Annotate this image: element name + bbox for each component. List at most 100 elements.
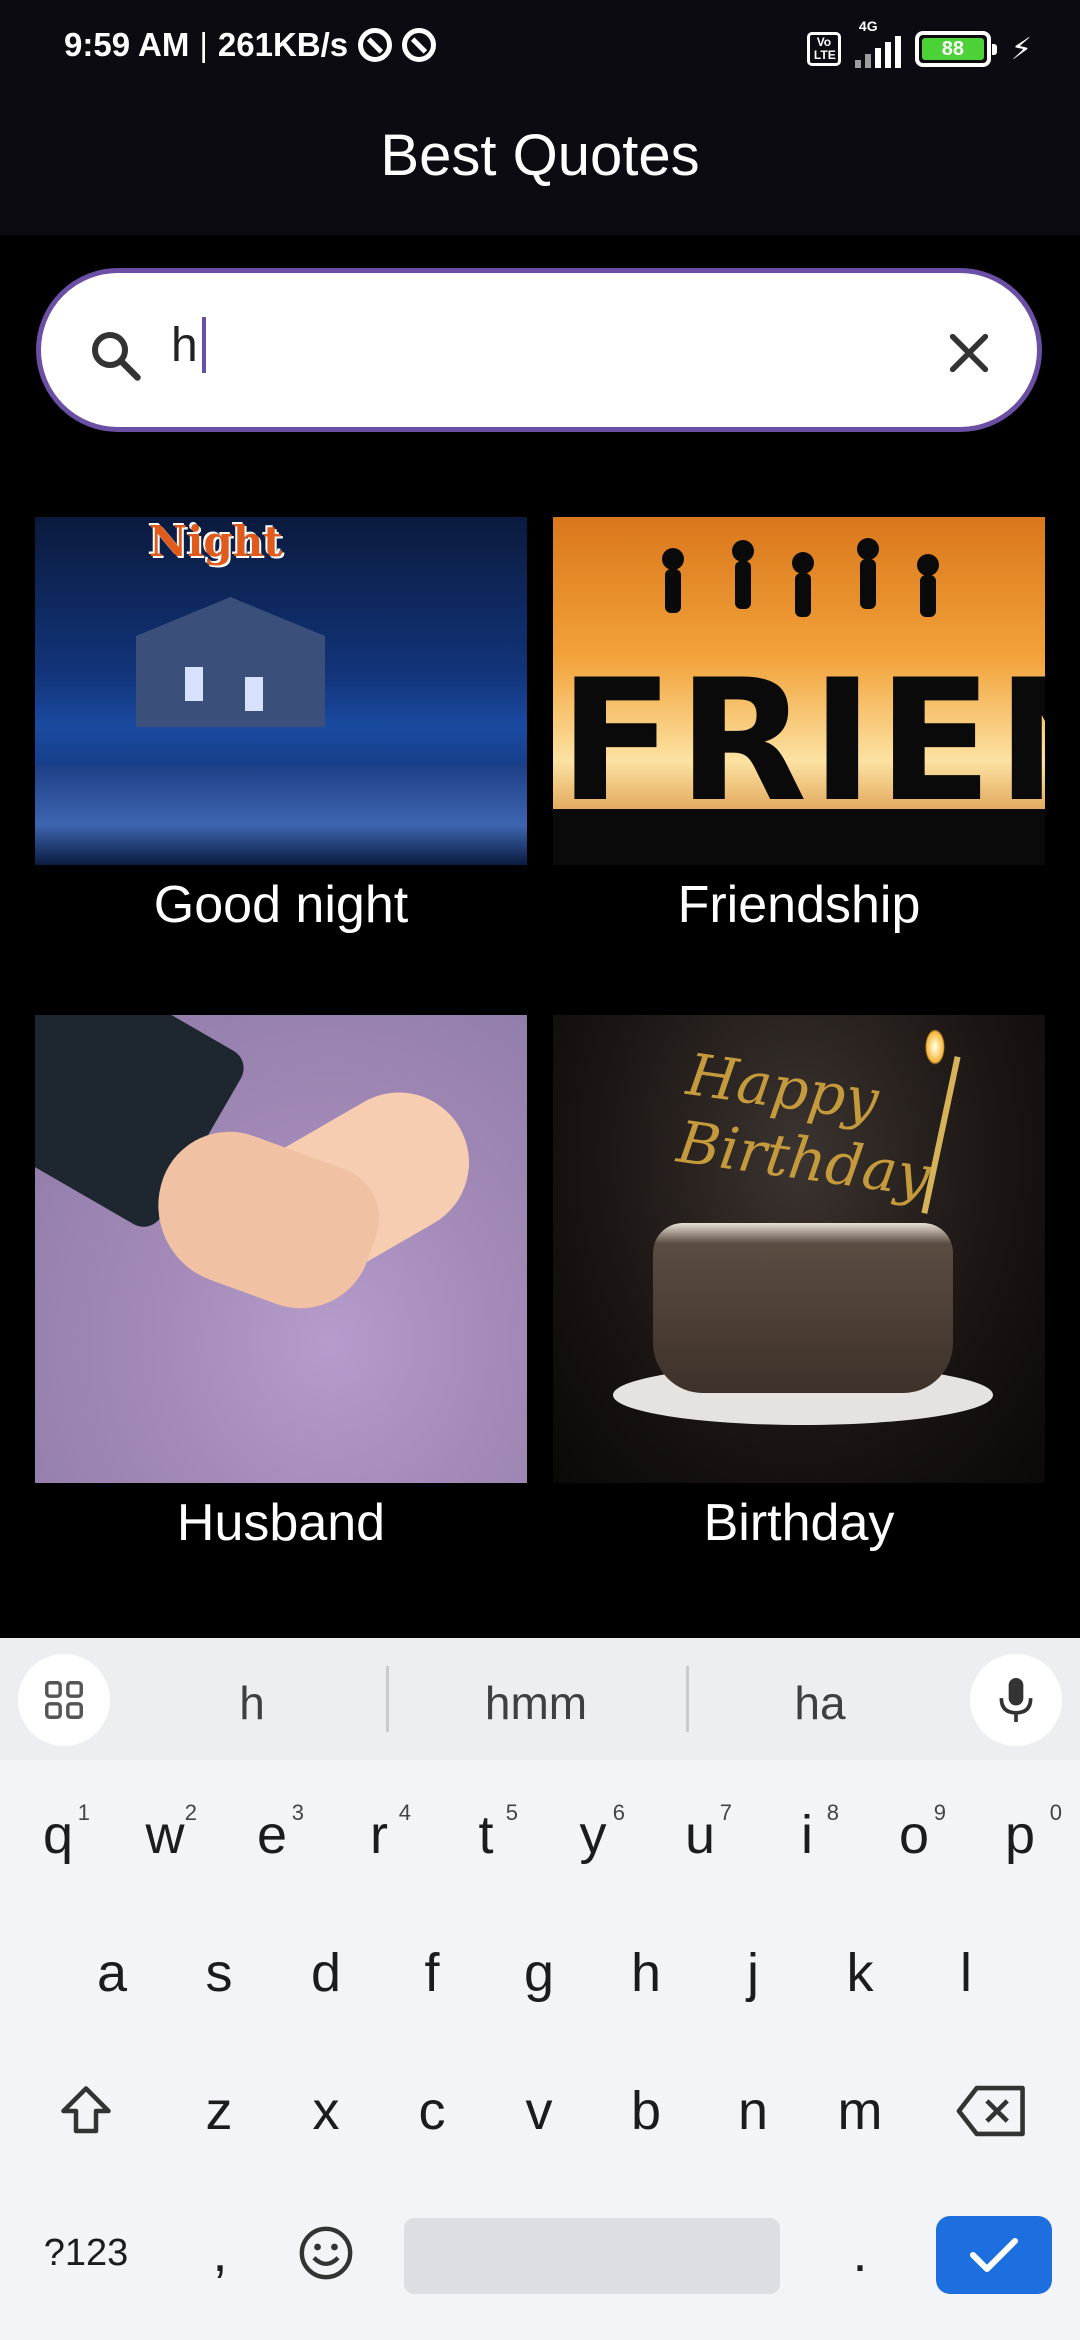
keyboard-menu-button[interactable] bbox=[18, 1654, 110, 1746]
status-right: Vo LTE 4G 88 ⚡ bbox=[806, 18, 1032, 68]
shift-key[interactable] bbox=[36, 2056, 136, 2166]
key-r[interactable]: r4 bbox=[329, 1780, 429, 1890]
key-e[interactable]: e3 bbox=[222, 1780, 322, 1890]
key-hint: 0 bbox=[1049, 1800, 1062, 1825]
key-c[interactable]: c bbox=[382, 2056, 482, 2166]
emoji-icon bbox=[299, 2226, 353, 2280]
key-k[interactable]: k bbox=[810, 1918, 910, 2028]
key-label: e bbox=[256, 1805, 288, 1865]
key-q[interactable]: q1 bbox=[8, 1780, 108, 1890]
key-g[interactable]: g bbox=[489, 1918, 589, 2028]
jumping-people-silhouette bbox=[662, 538, 939, 617]
period-key[interactable]: . bbox=[810, 2198, 910, 2308]
key-label: i bbox=[801, 1805, 813, 1865]
ground-shape bbox=[553, 809, 1045, 865]
key-label: u bbox=[684, 1805, 716, 1865]
category-card-husband[interactable]: Husband bbox=[35, 1015, 527, 1553]
microphone-icon bbox=[999, 1678, 1033, 1722]
suggestion-item[interactable]: ha bbox=[700, 1676, 940, 1730]
category-label: Husband bbox=[176, 1494, 386, 1552]
key-label: q bbox=[42, 1805, 74, 1865]
status-separator: | bbox=[199, 26, 208, 63]
enter-key[interactable] bbox=[936, 2216, 1052, 2294]
close-icon[interactable] bbox=[941, 325, 997, 381]
key-p[interactable]: p0 bbox=[970, 1780, 1070, 1890]
comma-key[interactable]: , bbox=[170, 2198, 270, 2308]
key-f[interactable]: f bbox=[382, 1918, 482, 2028]
symbols-key[interactable]: ?123 bbox=[26, 2198, 146, 2308]
key-z[interactable]: z bbox=[169, 2056, 269, 2166]
search-value: h bbox=[171, 318, 198, 372]
night-badge: Night bbox=[149, 517, 283, 566]
key-hint: 4 bbox=[398, 1800, 411, 1825]
key-l[interactable]: l bbox=[916, 1918, 1016, 2028]
battery-level: 88 bbox=[921, 38, 984, 60]
category-card-friendship[interactable]: FRIEND Friendship bbox=[553, 517, 1045, 935]
key-w[interactable]: w2 bbox=[115, 1780, 215, 1890]
key-a[interactable]: a bbox=[62, 1918, 162, 2028]
search-input[interactable]: h bbox=[36, 268, 1042, 432]
key-label: t bbox=[478, 1805, 494, 1865]
checkmark-icon bbox=[969, 2237, 1019, 2273]
battery-icon: 88 bbox=[914, 31, 997, 67]
key-d[interactable]: d bbox=[276, 1918, 376, 2028]
cabin-shape bbox=[136, 597, 325, 727]
key-hint: 1 bbox=[77, 1800, 90, 1825]
key-hint: 5 bbox=[505, 1800, 518, 1825]
sync-off-icon bbox=[402, 28, 437, 62]
app-bar: Best Quotes bbox=[0, 100, 1080, 235]
key-label: y bbox=[579, 1805, 607, 1865]
key-hint: 6 bbox=[612, 1800, 625, 1825]
category-card-birthday[interactable]: Happy Birthday Birthday bbox=[553, 1015, 1045, 1553]
keyboard: h hmm ha q1 w2 e3 r4 t5 y6 u7 i8 o9 p0 a… bbox=[0, 1638, 1080, 2340]
key-m[interactable]: m bbox=[810, 2056, 910, 2166]
cabin-window bbox=[245, 677, 263, 711]
shift-icon bbox=[61, 2086, 111, 2134]
key-i[interactable]: i8 bbox=[757, 1780, 857, 1890]
charging-icon: ⚡ bbox=[1010, 32, 1032, 66]
key-h[interactable]: h bbox=[596, 1918, 696, 2028]
key-label: w bbox=[145, 1805, 185, 1865]
key-v[interactable]: v bbox=[489, 2056, 589, 2166]
category-label: Good night bbox=[153, 876, 409, 934]
key-hint: 9 bbox=[933, 1800, 946, 1825]
key-j[interactable]: j bbox=[703, 1918, 803, 2028]
cabin-window bbox=[185, 667, 203, 701]
category-label: Friendship bbox=[677, 876, 921, 934]
voice-input-button[interactable] bbox=[970, 1654, 1062, 1746]
key-n[interactable]: n bbox=[703, 2056, 803, 2166]
search-field[interactable]: h bbox=[171, 317, 206, 373]
emoji-key[interactable] bbox=[276, 2198, 376, 2308]
key-hint: 2 bbox=[184, 1800, 197, 1825]
key-hint: 3 bbox=[291, 1800, 304, 1825]
suggestion-divider bbox=[386, 1666, 389, 1732]
category-card-good-night[interactable]: Night Good night bbox=[35, 517, 527, 935]
birthday-image: Happy Birthday bbox=[553, 1015, 1045, 1483]
suggestion-item[interactable]: hmm bbox=[416, 1676, 656, 1730]
key-hint: 7 bbox=[719, 1800, 732, 1825]
key-s[interactable]: s bbox=[169, 1918, 269, 2028]
cake-shape bbox=[653, 1223, 953, 1393]
backspace-key[interactable] bbox=[942, 2056, 1042, 2166]
key-label: r bbox=[370, 1805, 388, 1865]
key-b[interactable]: b bbox=[596, 2056, 696, 2166]
key-y[interactable]: y6 bbox=[543, 1780, 643, 1890]
suggestion-divider bbox=[686, 1666, 689, 1732]
suggestion-item[interactable]: h bbox=[132, 1676, 372, 1730]
suggestion-bar: h hmm ha bbox=[0, 1638, 1080, 1760]
key-x[interactable]: x bbox=[276, 2056, 376, 2166]
status-left: 9:59 AM | 261KB/s bbox=[64, 26, 437, 64]
status-time: 9:59 AM bbox=[64, 26, 190, 63]
key-o[interactable]: o9 bbox=[864, 1780, 964, 1890]
space-bar[interactable] bbox=[404, 2218, 780, 2294]
husband-image bbox=[35, 1015, 527, 1483]
grid-icon bbox=[45, 1681, 83, 1719]
key-u[interactable]: u7 bbox=[650, 1780, 750, 1890]
text-cursor bbox=[201, 317, 206, 373]
key-t[interactable]: t5 bbox=[436, 1780, 536, 1890]
status-network-speed: 261KB/s bbox=[217, 26, 349, 63]
data-saver-icon bbox=[358, 28, 393, 62]
good-night-image: Night bbox=[35, 517, 527, 865]
key-label: p bbox=[1004, 1805, 1036, 1865]
cake-topper: Happy Birthday bbox=[673, 1040, 935, 1211]
